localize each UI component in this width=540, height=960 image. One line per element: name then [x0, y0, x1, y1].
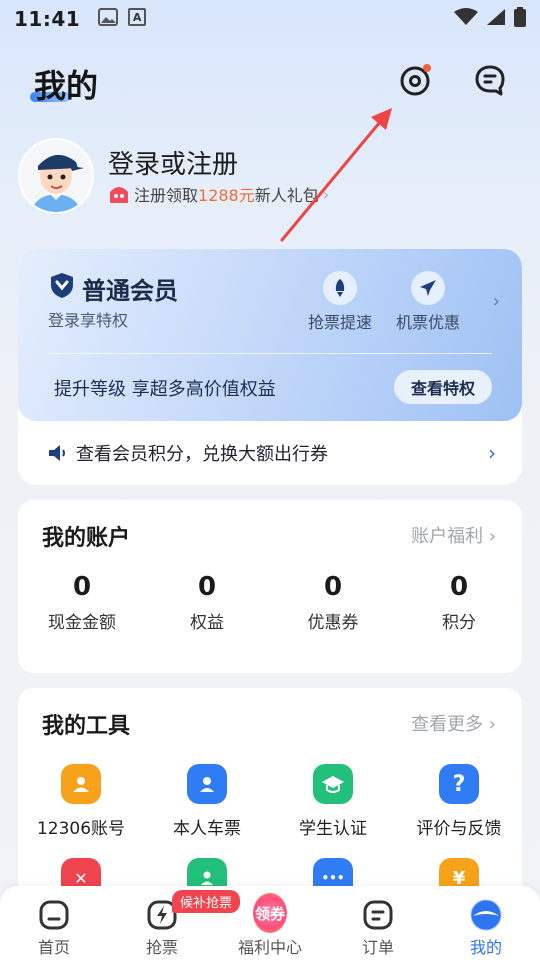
status-system-icons: [454, 7, 526, 31]
avatar-illustration-icon: [20, 140, 92, 212]
nav-label: 抢票: [145, 938, 178, 957]
status-time: 11:41: [14, 7, 81, 31]
ticket-person-icon: [187, 764, 227, 804]
gallery-icon: [98, 8, 119, 30]
orders-icon: [361, 898, 395, 932]
account-person-icon: [61, 764, 101, 804]
member-divider: [48, 353, 492, 354]
account-benefits-link[interactable]: 账户福利 ›: [411, 522, 496, 548]
speaker-icon: [49, 445, 65, 461]
avatar[interactable]: [18, 138, 94, 214]
account-title: 我的账户: [42, 526, 131, 551]
gift-amount: 1288元: [198, 186, 255, 205]
member-shield-icon: [51, 273, 73, 298]
tool-12306-account[interactable]: 12306账号: [18, 764, 144, 839]
tool-label: 评价与反馈: [416, 819, 502, 839]
upgrade-text: 提升等级 享超多高价值权益: [54, 379, 276, 400]
member-chevron-icon: ›: [492, 291, 500, 312]
coupon-icon: 领券: [253, 893, 287, 933]
stat-coupons[interactable]: 0 优惠券: [273, 572, 393, 633]
rocket-icon: [323, 271, 357, 305]
tool-label: 本人车票: [173, 819, 241, 839]
notification-dot: [423, 64, 431, 72]
login-register-link[interactable]: 登录或注册: [108, 144, 238, 181]
nav-label: 福利中心: [237, 938, 302, 957]
stat-label: 积分: [442, 613, 476, 633]
member-level: 普通会员: [82, 277, 178, 305]
stat-value: 0: [449, 572, 469, 602]
tool-my-tickets[interactable]: 本人车票: [144, 764, 270, 839]
nav-home[interactable]: 首页: [4, 898, 104, 958]
tool-student-verification[interactable]: 学生认证: [270, 764, 396, 839]
perk-ticket-speedup[interactable]: 抢票提速: [300, 271, 380, 333]
welfare-badge: 领券: [253, 893, 287, 933]
perk-flight-discount[interactable]: 机票优惠: [388, 271, 468, 333]
points-text: 查看会员积分，兑换大额出行券: [76, 444, 328, 465]
bottom-nav: 首页 抢票 领券 福利中心 订单 我的: [0, 886, 540, 960]
new-user-gift-link[interactable]: 注册领取 1288元 新人礼包 ›: [108, 182, 329, 206]
tool-feedback[interactable]: ? 评价与反馈: [396, 764, 522, 839]
perk-label: 机票优惠: [395, 313, 460, 332]
stat-value: 0: [323, 572, 343, 602]
stat-rights[interactable]: 0 权益: [147, 572, 267, 633]
stat-value: 0: [72, 572, 92, 602]
stat-label: 权益: [190, 613, 224, 633]
view-privileges-button[interactable]: 查看特权: [394, 370, 492, 404]
signal-icon: [486, 8, 506, 30]
view-more-link[interactable]: 查看更多 ›: [411, 710, 496, 736]
settings-button[interactable]: [397, 62, 433, 98]
perk-label: 抢票提速: [307, 313, 372, 332]
settings-icon: [400, 64, 431, 96]
home-icon: [37, 898, 71, 932]
plane-icon: [411, 271, 445, 305]
gift-chevron-icon: ›: [322, 184, 330, 204]
nav-label: 订单: [361, 938, 394, 957]
nav-mine[interactable]: 我的: [436, 898, 536, 958]
font-icon: A: [128, 8, 147, 26]
stat-cash[interactable]: 0 现金金额: [22, 572, 142, 633]
tool-label: 12306账号: [36, 819, 126, 839]
profile-section[interactable]: 登录或注册 注册领取 1288元 新人礼包 ›: [18, 138, 518, 218]
member-points-row[interactable]: 查看会员积分，兑换大额出行券 ›: [18, 431, 522, 475]
graduation-cap-icon: [313, 764, 353, 804]
stat-label: 优惠券: [307, 613, 359, 633]
wifi-icon: [454, 8, 478, 30]
account-card: 我的账户 账户福利 › 0 现金金额 0 权益 0 优惠券 0 积分: [18, 500, 522, 673]
stat-value: 0: [197, 572, 217, 602]
battery-icon: [514, 7, 526, 31]
message-button[interactable]: [472, 62, 508, 98]
question-icon: ?: [439, 764, 479, 804]
gift-suffix: 新人礼包: [254, 186, 319, 205]
mine-active-icon: [469, 898, 503, 932]
member-subtitle: 登录享特权: [48, 311, 129, 330]
status-bar: 11:41 A: [0, 0, 540, 38]
page-title: 我的: [34, 67, 99, 105]
nav-label: 我的: [469, 938, 502, 957]
gift-prefix: 注册领取: [134, 186, 199, 205]
status-notification-icons: A: [98, 8, 147, 30]
nav-orders[interactable]: 订单: [328, 898, 428, 958]
tools-title: 我的工具: [42, 714, 131, 739]
member-card[interactable]: 普通会员 登录享特权 抢票提速 机票优惠 › 提升等级 享超多高价值权益 查看特…: [18, 249, 522, 485]
points-chevron-icon: ›: [488, 441, 496, 465]
tool-label: 学生认证: [299, 819, 367, 839]
stat-points[interactable]: 0 积分: [399, 572, 519, 633]
member-card-top[interactable]: 普通会员 登录享特权 抢票提速 机票优惠 › 提升等级 享超多高价值权益 查看特…: [18, 249, 522, 421]
stat-label: 现金金额: [48, 613, 116, 633]
header: 我的: [0, 56, 540, 116]
nav-label: 首页: [37, 938, 70, 957]
message-icon: [475, 65, 505, 96]
gift-icon: [110, 187, 128, 203]
standby-ticket-badge: 候补抢票: [172, 890, 241, 913]
